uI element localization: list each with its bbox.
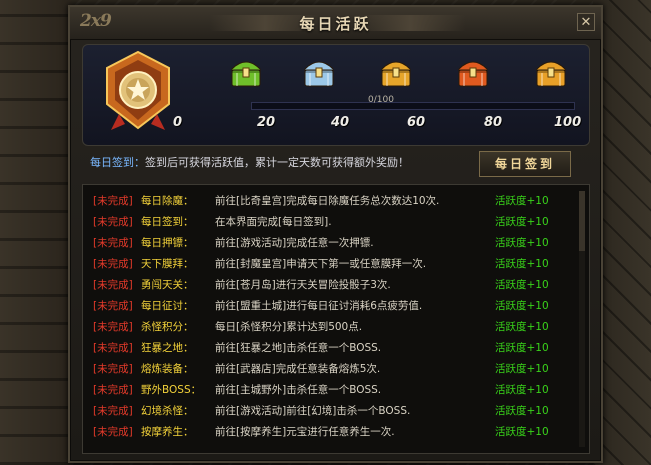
milestone-label: 100	[554, 115, 582, 130]
task-row[interactable]: [未完成] 每日征讨： 前往[盟重土城]进行每日征讨消耗6点疲劳值. 活跃度+10	[83, 298, 589, 317]
task-row[interactable]: [未完成] 熔炼装备： 前往[武器店]完成任意装备熔炼5次. 活跃度+10	[83, 361, 589, 380]
task-reward: 活跃度+10	[495, 363, 549, 375]
green-chest-icon[interactable]	[228, 55, 264, 89]
red-chest-icon[interactable]	[455, 55, 491, 89]
task-description[interactable]: 前往[比奇皇宫]完成每日除魔任务总次数达10次.	[215, 193, 439, 208]
task-reward: 活跃度+10	[495, 195, 549, 207]
task-name: 熔炼装备：	[141, 363, 194, 375]
task-reward: 活跃度+10	[495, 237, 549, 249]
task-description[interactable]: 前往[封魔皇宫]申请天下第一或任意膜拜一次.	[215, 256, 426, 271]
task-name: 按摩养生：	[141, 426, 194, 438]
milestone-label: 0	[173, 115, 183, 130]
task-row[interactable]: [未完成] 按摩养生： 前往[按摩养生]元宝进行任意养生一次. 活跃度+10	[83, 424, 589, 443]
task-status: [未完成]	[93, 300, 133, 312]
signin-label: 每日签到：	[90, 156, 145, 169]
task-reward: 活跃度+10	[495, 279, 549, 291]
task-description[interactable]: 前往[狂暴之地]击杀任意一个BOSS.	[215, 340, 381, 355]
task-name: 野外BOSS：	[141, 384, 202, 396]
task-list: [未完成] 每日除魔： 前往[比奇皇宫]完成每日除魔任务总次数达10次. 活跃度+10…	[82, 184, 590, 454]
milestone-labels: 0 20 40 60 80 100	[143, 115, 583, 135]
task-status: [未完成]	[93, 216, 133, 228]
signin-description: 签到后可获得活跃值，累计一定天数可获得额外奖励！	[145, 156, 409, 169]
blue-chest-icon[interactable]	[301, 55, 337, 89]
task-row[interactable]: [未完成] 杀怪积分： 每日[杀怪积分]累计达到500点. 活跃度+10	[83, 319, 589, 338]
task-scrollbar-thumb[interactable]	[579, 191, 585, 251]
activity-progress-bar	[251, 102, 575, 110]
reward-chests	[223, 55, 583, 95]
daily-signin-button[interactable]: 每日签到	[479, 151, 571, 177]
milestone-label: 80	[484, 115, 503, 130]
task-reward: 活跃度+10	[495, 258, 549, 270]
task-scrollbar[interactable]	[579, 191, 585, 447]
gold-chest-icon[interactable]	[378, 55, 414, 89]
task-name: 每日除魔：	[141, 195, 194, 207]
task-name: 每日押镖：	[141, 237, 194, 249]
task-name: 每日签到：	[141, 216, 194, 228]
task-row[interactable]: [未完成] 野外BOSS： 前往[主城野外]击杀任意一个BOSS. 活跃度+10	[83, 382, 589, 401]
task-row[interactable]: [未完成] 每日除魔： 前往[比奇皇宫]完成每日除魔任务总次数达10次. 活跃度+10	[83, 193, 589, 212]
task-status: [未完成]	[93, 321, 133, 333]
task-status: [未完成]	[93, 237, 133, 249]
task-name: 狂暴之地：	[141, 342, 194, 354]
task-description[interactable]: 前往[游戏活动]完成任意一次押镖.	[215, 235, 374, 250]
task-status: [未完成]	[93, 384, 133, 396]
task-status: [未完成]	[93, 363, 133, 375]
task-reward: 活跃度+10	[495, 384, 549, 396]
daily-activity-window: 2x9 每日活跃 ✕ 0/100 0 20 40 60 80 100 每日签到：…	[68, 5, 603, 463]
task-status: [未完成]	[93, 195, 133, 207]
task-status: [未完成]	[93, 279, 133, 291]
task-description[interactable]: 前往[苍月岛]进行天关冒险投骰子3次.	[215, 277, 391, 292]
close-button[interactable]: ✕	[577, 13, 595, 31]
task-name: 杀怪积分：	[141, 321, 194, 333]
task-description[interactable]: 前往[主城野外]击杀任意一个BOSS.	[215, 382, 381, 397]
orange-chest-icon[interactable]	[533, 55, 569, 89]
task-name: 天下膜拜：	[141, 258, 194, 270]
activity-progress-text: 0/100	[368, 95, 394, 105]
task-row[interactable]: [未完成] 天下膜拜： 前往[封魔皇宫]申请天下第一或任意膜拜一次. 活跃度+10	[83, 256, 589, 275]
task-row[interactable]: [未完成] 每日押镖： 前往[游戏活动]完成任意一次押镖. 活跃度+10	[83, 235, 589, 254]
task-reward: 活跃度+10	[495, 342, 549, 354]
task-reward: 活跃度+10	[495, 321, 549, 333]
task-status: [未完成]	[93, 426, 133, 438]
milestone-label: 40	[331, 115, 350, 130]
task-name: 每日征讨：	[141, 300, 194, 312]
background-left-wall	[0, 0, 72, 465]
task-row[interactable]: [未完成] 每日签到： 在本界面完成[每日签到]. 活跃度+10	[83, 214, 589, 233]
task-description[interactable]: 前往[游戏活动]前往[幻境]击杀一个BOSS.	[215, 403, 410, 418]
task-description[interactable]: 每日[杀怪积分]累计达到500点.	[215, 319, 362, 334]
task-name: 勇闯天关：	[141, 279, 194, 291]
window-titlebar[interactable]: 2x9 每日活跃 ✕	[70, 7, 601, 40]
task-description[interactable]: 前往[盟重土城]进行每日征讨消耗6点疲劳值.	[215, 298, 422, 313]
activity-progress-panel: 0/100 0 20 40 60 80 100	[82, 44, 590, 146]
task-status: [未完成]	[93, 258, 133, 270]
task-reward: 活跃度+10	[495, 405, 549, 417]
milestone-label: 20	[257, 115, 276, 130]
task-row[interactable]: [未完成] 狂暴之地： 前往[狂暴之地]击杀任意一个BOSS. 活跃度+10	[83, 340, 589, 359]
task-description[interactable]: 前往[按摩养生]元宝进行任意养生一次.	[215, 424, 395, 439]
milestone-label: 60	[407, 115, 426, 130]
task-description[interactable]: 前往[武器店]完成任意装备熔炼5次.	[215, 361, 380, 376]
task-name: 幻境杀怪：	[141, 405, 194, 417]
task-row[interactable]: [未完成] 幻境杀怪： 前往[游戏活动]前往[幻境]击杀一个BOSS. 活跃度+10	[83, 403, 589, 422]
task-row[interactable]: [未完成] 勇闯天关： 前往[苍月岛]进行天关冒险投骰子3次. 活跃度+10	[83, 277, 589, 296]
task-reward: 活跃度+10	[495, 300, 549, 312]
task-reward: 活跃度+10	[495, 216, 549, 228]
task-description[interactable]: 在本界面完成[每日签到].	[215, 214, 332, 229]
task-reward: 活跃度+10	[495, 426, 549, 438]
task-status: [未完成]	[93, 405, 133, 417]
task-status: [未完成]	[93, 342, 133, 354]
window-title: 每日活跃	[299, 15, 372, 33]
